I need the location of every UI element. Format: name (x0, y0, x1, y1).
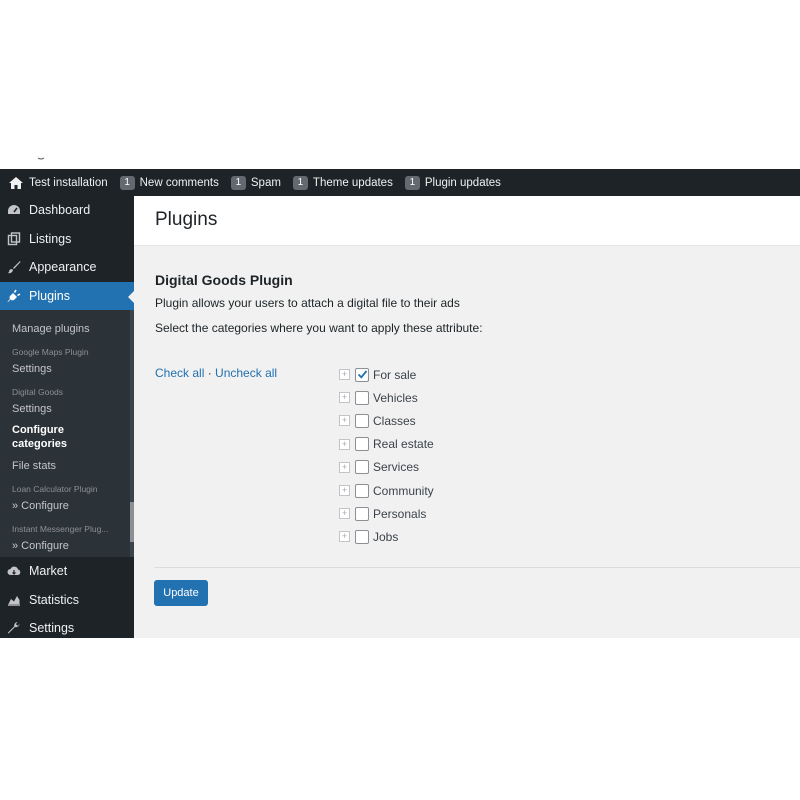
menu-appearance-label: Appearance (29, 260, 97, 275)
category-item: + For sale (339, 363, 434, 386)
checkmark-icon (357, 370, 367, 379)
page-title: Plugins (155, 209, 218, 230)
category-item: + Real estate (339, 433, 434, 456)
category-label[interactable]: Community (373, 484, 434, 498)
main-content: Plugins Digital Goods Plugin Plugin allo… (134, 196, 800, 638)
category-checkbox[interactable] (355, 367, 369, 382)
category-item: + Services (339, 456, 434, 479)
category-label[interactable]: For sale (373, 368, 416, 382)
page-header (134, 196, 800, 246)
stray-mark (37, 157, 45, 160)
category-item: + Vehicles (339, 386, 434, 409)
theme-updates-label: Theme updates (312, 176, 393, 189)
theme-updates-link[interactable]: 1 Theme updates (287, 169, 399, 196)
submenu-configure-categories[interactable]: Configure categories (0, 423, 90, 451)
site-home-link[interactable]: Test installation (0, 169, 114, 196)
submenu-digital-goods-heading: Digital Goods (12, 387, 64, 397)
blank-margin-top (0, 0, 800, 169)
new-comments-label: New comments (139, 176, 219, 189)
category-label[interactable]: Classes (373, 414, 416, 428)
cloud-icon (7, 564, 21, 578)
category-item: + Community (339, 479, 434, 502)
menu-listings-label: Listings (29, 231, 72, 246)
comments-count-badge: 1 (119, 175, 135, 190)
category-item: + Classes (339, 409, 434, 432)
submenu-messenger-configure[interactable]: » Configure (0, 539, 134, 553)
category-label[interactable]: Vehicles (373, 391, 418, 405)
category-label[interactable]: Real estate (373, 437, 434, 451)
category-item: + Jobs (339, 525, 434, 548)
submenu-google-maps-settings[interactable]: Settings (0, 362, 134, 376)
listings-icon (7, 232, 21, 246)
category-checkbox[interactable] (355, 460, 369, 475)
plugin-description: Plugin allows your users to attach a dig… (155, 296, 460, 310)
check-links-separator: · (207, 366, 212, 380)
plugin-updates-label: Plugin updates (424, 176, 501, 189)
menu-statistics[interactable]: Statistics (0, 586, 134, 615)
spam-link[interactable]: 1 Spam (225, 169, 287, 196)
spam-count-badge: 1 (230, 175, 246, 190)
menu-plugins-label: Plugins (29, 288, 70, 303)
plugin-updates-link[interactable]: 1 Plugin updates (399, 169, 507, 196)
category-item: + Personals (339, 502, 434, 525)
plugin-instruction: Select the categories where you want to … (155, 321, 483, 335)
menu-dashboard-label: Dashboard (29, 203, 91, 218)
expand-icon[interactable]: + (339, 485, 350, 497)
home-icon (9, 176, 23, 189)
expand-icon[interactable]: + (339, 461, 350, 473)
category-checkbox[interactable] (355, 483, 369, 498)
site-name: Test installation (29, 176, 108, 189)
plugins-submenu: Manage plugins Google Maps Plugin Settin… (0, 310, 134, 557)
category-checkbox[interactable] (355, 413, 369, 428)
admin-bar: Test installation 1 New comments 1 Spam … (0, 169, 800, 196)
expand-icon[interactable]: + (339, 438, 350, 450)
uncheck-all-link[interactable]: Uncheck all (215, 366, 277, 380)
expand-icon[interactable]: + (339, 531, 350, 543)
expand-icon[interactable]: + (339, 392, 350, 404)
submenu-instant-messenger-heading: Instant Messenger Plug... (12, 524, 109, 534)
admin-sidebar: Dashboard Listings Appearance Plugins Ma… (0, 196, 135, 638)
submenu-loan-configure[interactable]: » Configure (0, 499, 134, 513)
chart-icon (7, 593, 21, 607)
brush-icon (7, 260, 21, 274)
wrench-icon (7, 621, 21, 635)
category-tree: + For sale + Vehicles + Classes + Real estate + S… (339, 363, 434, 549)
category-label[interactable]: Services (373, 460, 419, 474)
category-checkbox[interactable] (355, 529, 369, 544)
submenu-google-maps-heading: Google Maps Plugin (12, 347, 89, 357)
menu-plugins[interactable]: Plugins (0, 281, 135, 310)
category-checkbox[interactable] (355, 506, 369, 521)
submenu-manage-plugins[interactable]: Manage plugins (0, 322, 134, 336)
spam-label: Spam (250, 176, 281, 189)
category-label[interactable]: Personals (373, 507, 426, 521)
menu-settings-label: Settings (29, 621, 75, 636)
expand-icon[interactable]: + (339, 369, 350, 381)
menu-listings[interactable]: Listings (0, 225, 134, 254)
menu-market[interactable]: Market (0, 557, 134, 586)
check-links: Check all · Uncheck all (155, 366, 277, 380)
theme-updates-count-badge: 1 (292, 175, 308, 190)
category-label[interactable]: Jobs (373, 530, 398, 544)
menu-appearance[interactable]: Appearance (0, 253, 134, 282)
submenu-file-stats[interactable]: File stats (0, 459, 134, 473)
menu-statistics-label: Statistics (29, 592, 80, 607)
plugin-icon (7, 289, 21, 303)
expand-icon[interactable]: + (339, 508, 350, 520)
submenu-digital-goods-settings[interactable]: Settings (0, 402, 134, 416)
admin-frame: Test installation 1 New comments 1 Spam … (0, 169, 800, 638)
submenu-loan-calculator-heading: Loan Calculator Plugin (12, 484, 98, 494)
check-all-link[interactable]: Check all (155, 366, 204, 380)
expand-icon[interactable]: + (339, 415, 350, 427)
dashboard-icon (7, 203, 21, 217)
plugin-updates-count-badge: 1 (404, 175, 420, 190)
category-checkbox[interactable] (355, 437, 369, 452)
plugin-title: Digital Goods Plugin (155, 272, 293, 288)
menu-settings[interactable]: Settings (0, 614, 134, 638)
form-divider (154, 567, 800, 568)
menu-dashboard[interactable]: Dashboard (0, 196, 134, 225)
category-checkbox[interactable] (355, 390, 369, 405)
new-comments-link[interactable]: 1 New comments (114, 169, 225, 196)
update-button[interactable]: Update (154, 580, 208, 606)
menu-market-label: Market (29, 564, 68, 579)
